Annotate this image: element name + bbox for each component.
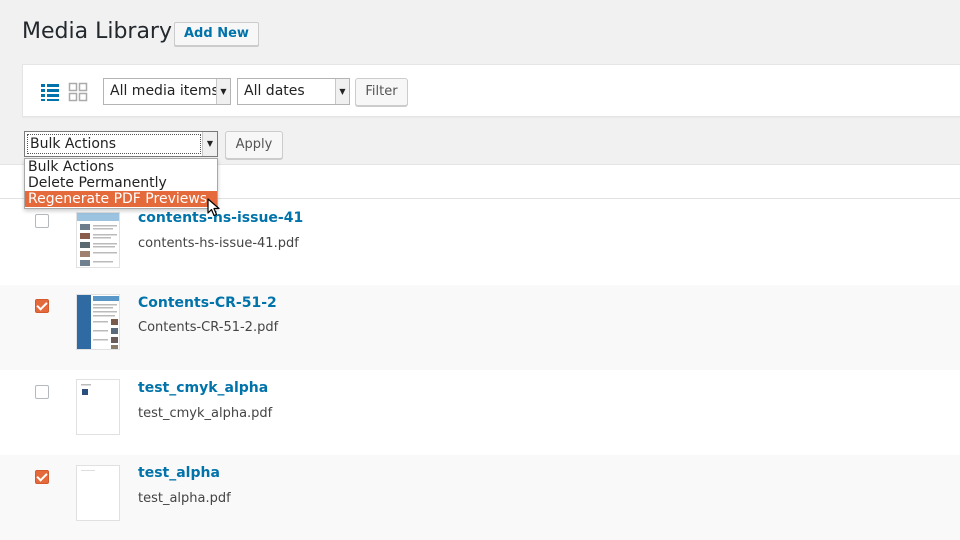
date-value: All dates (244, 83, 305, 99)
item-title-link[interactable]: test_cmyk_alpha (138, 380, 268, 396)
apply-button[interactable]: Apply (225, 131, 283, 159)
pdf-preview-icon (77, 295, 119, 349)
dropdown-option-regenerate-pdf-previews[interactable]: Regenerate PDF Previews (25, 191, 217, 207)
table-row: contents-hs-issue-41 contents-hs-issue-4… (0, 200, 960, 285)
dropdown-option-delete-permanently[interactable]: Delete Permanently (25, 175, 217, 191)
table-row: Contents-CR-51-2 Contents-CR-51-2.pdf (0, 285, 960, 370)
pdf-thumbnail[interactable] (76, 465, 120, 521)
pdf-thumbnail[interactable] (76, 212, 120, 268)
grid-view-icon[interactable] (68, 82, 88, 102)
bulk-actions-dropdown: Bulk Actions Delete Permanently Regenera… (24, 158, 218, 209)
item-filename: contents-hs-issue-41.pdf (138, 236, 299, 251)
add-new-button[interactable]: Add New (174, 22, 259, 46)
item-title-link[interactable]: test_alpha (138, 465, 220, 481)
row-checkbox[interactable] (35, 214, 49, 228)
row-checkbox[interactable] (35, 385, 49, 399)
item-title-link[interactable]: Contents-CR-51-2 (138, 295, 277, 311)
chevron-down-icon: ▼ (216, 79, 230, 104)
item-filename: Contents-CR-51-2.pdf (138, 320, 279, 335)
media-type-value: All media items (110, 83, 219, 99)
media-toolbar: All media items ▼ All dates ▼ Filter (22, 64, 960, 117)
date-select[interactable]: All dates ▼ (237, 78, 350, 105)
item-filename: test_alpha.pdf (138, 491, 231, 506)
list-view-icon[interactable] (40, 82, 60, 102)
filter-button[interactable]: Filter (355, 78, 408, 106)
pdf-thumbnail[interactable] (76, 379, 120, 435)
pdf-preview-icon (81, 384, 91, 395)
media-table: contents-hs-issue-41 contents-hs-issue-4… (0, 164, 960, 540)
media-type-select[interactable]: All media items ▼ (103, 78, 231, 105)
row-checkbox[interactable] (35, 470, 49, 484)
page-title: Media Library (22, 19, 172, 44)
row-checkbox[interactable] (35, 299, 49, 313)
item-filename: test_cmyk_alpha.pdf (138, 406, 273, 421)
table-row: test_cmyk_alpha test_cmyk_alpha.pdf (0, 370, 960, 455)
mouse-cursor-icon (207, 198, 220, 217)
focus-ring (27, 134, 201, 154)
pdf-preview-icon (81, 470, 95, 471)
bulk-actions-select[interactable]: Bulk Actions ▼ (24, 131, 218, 157)
dropdown-option-bulk-actions[interactable]: Bulk Actions (25, 159, 217, 175)
table-row: test_alpha test_alpha.pdf (0, 455, 960, 540)
chevron-down-icon: ▼ (335, 79, 349, 104)
chevron-down-icon: ▼ (202, 132, 217, 156)
pdf-preview-icon (77, 213, 119, 266)
pdf-thumbnail[interactable] (76, 294, 120, 350)
